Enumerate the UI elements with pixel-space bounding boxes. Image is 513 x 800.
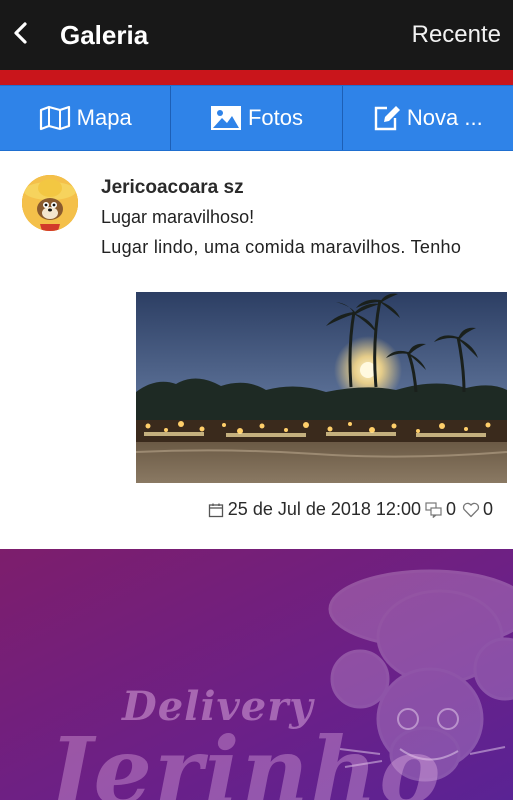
heart-icon[interactable]: [462, 502, 480, 518]
map-icon: [39, 105, 71, 131]
post-title: Lugar maravilhoso!: [101, 207, 255, 227]
tab-bar: Mapa Fotos Nova ...: [0, 85, 513, 151]
comment-icon[interactable]: [425, 501, 443, 518]
post-author[interactable]: Jericoacoara sz: [101, 177, 244, 199]
app-root: Galeria Recente Mapa Fotos Nova ... Jeri…: [0, 0, 513, 800]
accent-strip: [0, 70, 513, 85]
chevron-left-icon: [12, 21, 28, 50]
post-body: Lugar lindo, uma comida maravilhos. Tenh…: [101, 237, 462, 257]
like-count: 0: [482, 499, 493, 519]
sort-recent-button[interactable]: Recente: [412, 0, 501, 70]
post-meta: 25 de Jul de 2018 12:00 0 0: [208, 499, 493, 520]
image-icon: [210, 105, 242, 131]
banner-brand-large: Jerinho: [48, 717, 443, 800]
post-date: 25 de Jul de 2018 12:00: [227, 499, 421, 519]
tab-nova[interactable]: Nova ...: [341, 86, 513, 150]
edit-icon: [373, 105, 401, 131]
tab-fotos-label: Fotos: [247, 105, 303, 130]
promo-banner[interactable]: Delivery Jerinho: [0, 549, 513, 800]
comment-count: 0: [445, 499, 456, 519]
post-photo[interactable]: [136, 292, 507, 483]
tab-mapa[interactable]: Mapa: [0, 86, 170, 150]
tab-fotos[interactable]: Fotos: [170, 86, 341, 150]
top-app-bar: Galeria Recente: [0, 0, 513, 70]
tab-nova-label: Nova ...: [406, 105, 483, 130]
calendar-icon: [208, 502, 224, 518]
back-button[interactable]: [0, 0, 40, 70]
tab-mapa-label: Mapa: [76, 105, 132, 130]
post-card[interactable]: Jericoacoara sz Lugar maravilhoso! Lugar…: [0, 151, 513, 549]
avatar[interactable]: [22, 175, 78, 231]
page-title: Galeria: [60, 19, 149, 50]
